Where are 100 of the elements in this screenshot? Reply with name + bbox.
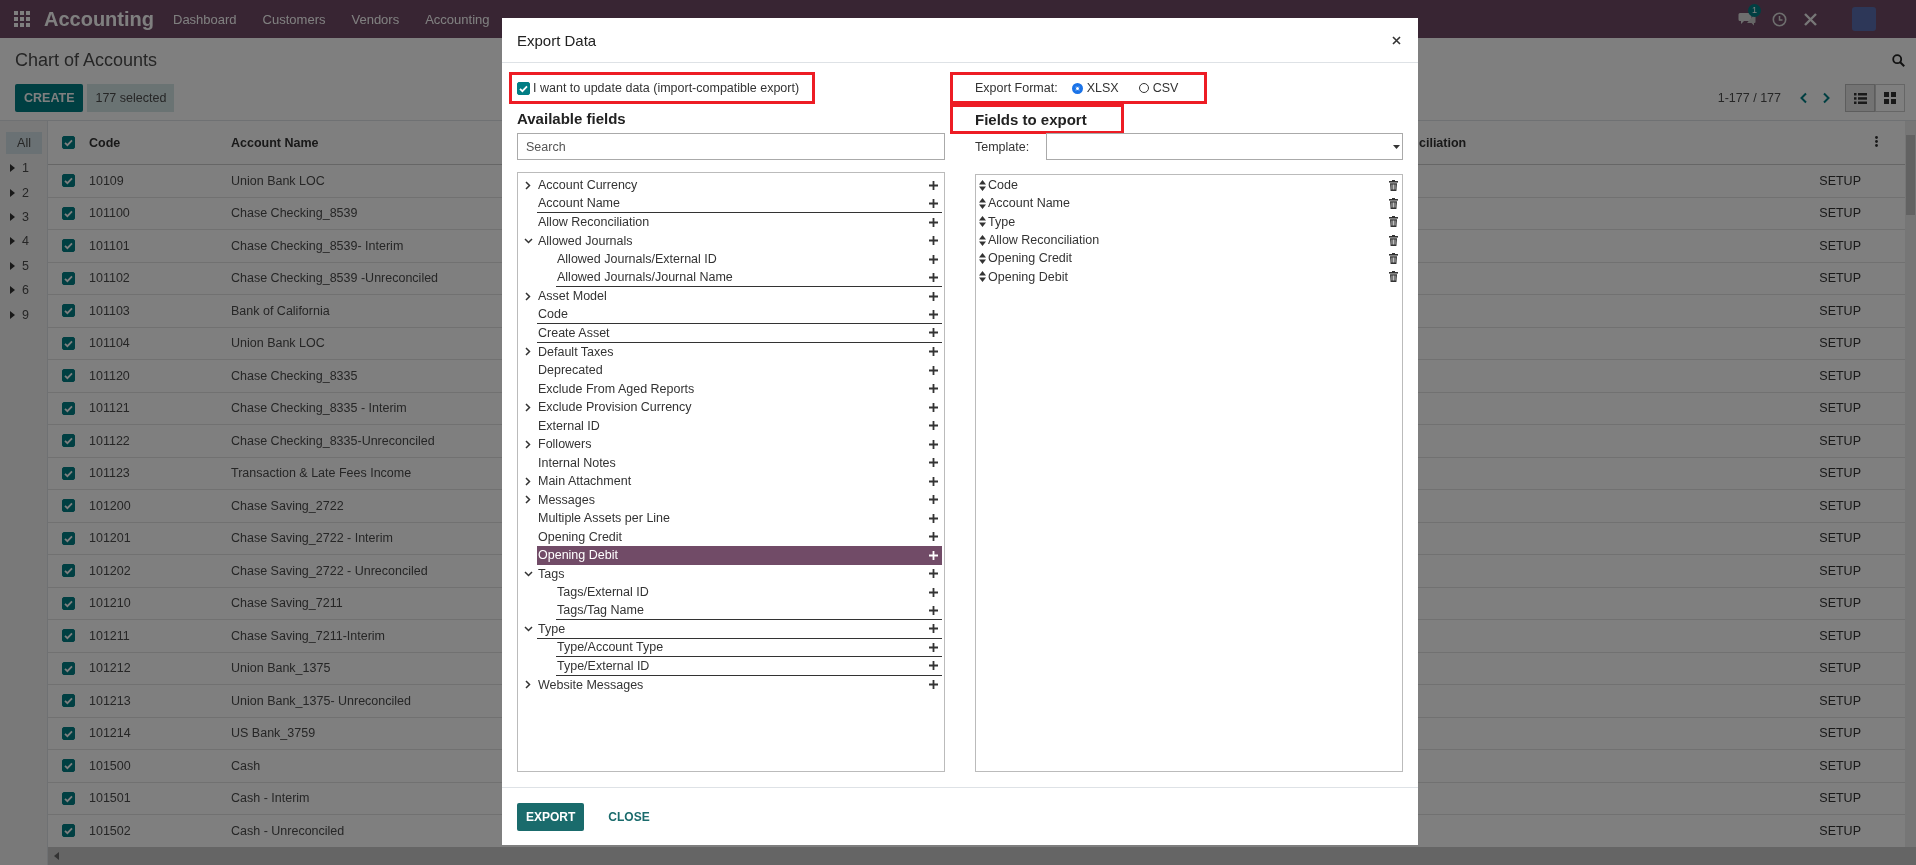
view-switch-button[interactable] [1875,84,1905,112]
plus-icon[interactable] [929,476,938,486]
field-item[interactable]: Asset Model [537,287,942,306]
checkbox[interactable] [62,434,75,448]
trash-icon[interactable] [1389,252,1398,264]
clock-icon[interactable] [1772,11,1787,27]
caret-right-icon[interactable] [10,237,15,246]
setup-button[interactable]: SETUP [1813,690,1867,711]
close-icon[interactable] [1392,35,1401,45]
setup-button[interactable]: SETUP [1813,593,1867,614]
plus-icon[interactable] [929,642,938,652]
sort-handle-icon[interactable] [979,216,986,228]
setup-button[interactable]: SETUP [1813,755,1867,776]
radio-button[interactable] [1071,82,1083,94]
caret-right-icon[interactable] [10,164,15,173]
filter-item[interactable]: 4 [6,229,42,254]
search-field[interactable]: Search [517,133,945,160]
chevron-right-icon[interactable] [525,680,531,690]
chevron-right-icon[interactable] [525,402,531,412]
field-item[interactable]: Allow Reconciliation [537,213,942,232]
plus-icon[interactable] [929,624,938,634]
field-item[interactable]: Type/Account Type [556,638,942,657]
field-item[interactable]: Code [537,305,942,324]
plus-icon[interactable] [929,587,938,597]
menu-item[interactable]: Vendors [338,11,413,27]
field-item[interactable]: Followers [537,435,942,454]
plus-icon[interactable] [929,402,938,412]
caret-right-icon[interactable] [10,286,15,295]
field-item[interactable]: Type/External ID [556,657,942,676]
plus-icon[interactable] [929,198,938,208]
checkbox[interactable] [62,629,75,643]
field-item[interactable]: Account Currency [537,176,942,195]
field-item[interactable]: Create Asset [537,324,942,343]
chevron-down-icon[interactable] [523,570,533,577]
chevron-right-icon[interactable] [525,476,531,486]
plus-icon[interactable] [929,328,938,338]
sort-handle-icon[interactable] [979,271,986,283]
menu-item[interactable]: Customers [249,11,339,27]
setup-button[interactable]: SETUP [1813,268,1867,289]
setup-button[interactable]: SETUP [1813,788,1867,809]
checkbox-label[interactable]: I want to update data (import-compatible export) [533,81,800,95]
trash-icon[interactable] [1389,216,1398,228]
menu-item[interactable]: Accounting [412,11,503,27]
filter-item[interactable]: 5 [6,253,42,278]
checkbox[interactable] [62,726,75,740]
field-item[interactable]: Type [537,620,942,639]
setup-button[interactable]: SETUP [1813,625,1867,646]
chevron-right-icon[interactable] [525,180,531,190]
search-icon[interactable] [1892,54,1905,67]
column-header[interactable]: Account Name [231,135,319,150]
checkbox[interactable] [62,304,75,318]
export-field-item[interactable]: Opening Credit [976,249,1402,268]
column-header[interactable]: ciliation [1419,135,1467,150]
field-item[interactable]: Multiple Assets per Line [537,509,942,528]
plus-icon[interactable] [929,439,938,449]
export-field-item[interactable]: Opening Debit [976,267,1402,286]
chevron-right-icon[interactable] [525,291,531,301]
field-item[interactable]: Exclude From Aged Reports [537,379,942,398]
caret-right-icon[interactable] [10,188,15,197]
view-switch-button[interactable] [1845,84,1875,112]
chevron-left-icon[interactable] [1799,92,1808,104]
kebab-menu-icon[interactable] [1875,135,1878,147]
field-item[interactable]: Allowed Journals [537,231,942,250]
plus-icon[interactable] [929,384,938,394]
plus-icon[interactable] [929,291,938,301]
checkbox[interactable] [62,239,75,253]
plus-icon[interactable] [929,421,938,431]
plus-icon[interactable] [929,550,938,560]
plus-icon[interactable] [929,513,938,523]
checkbox[interactable] [62,174,75,188]
setup-button[interactable]: SETUP [1813,398,1867,419]
field-item[interactable]: Default Taxes [537,342,942,361]
sort-handle-icon[interactable] [979,179,986,191]
checkbox[interactable] [517,81,530,95]
filter-item[interactable]: 2 [6,180,42,205]
setup-button[interactable]: SETUP [1813,365,1867,386]
chat-icon[interactable] [1738,11,1756,27]
export-field-item[interactable]: Type [976,212,1402,231]
field-item[interactable]: Opening Debit [537,546,942,565]
setup-button[interactable]: SETUP [1813,300,1867,321]
checkbox[interactable] [62,369,75,383]
filter-item[interactable]: 9 [6,302,42,327]
horizontal-scrollbar[interactable] [48,847,1916,865]
checkbox[interactable] [62,466,75,480]
checkbox[interactable] [62,694,75,708]
field-item[interactable]: External ID [537,416,942,435]
setup-button[interactable]: SETUP [1813,723,1867,744]
plus-icon[interactable] [929,180,938,190]
setup-button[interactable]: SETUP [1813,203,1867,224]
checkbox[interactable] [62,136,75,149]
field-item[interactable]: Exclude Provision Currency [537,398,942,417]
plus-icon[interactable] [929,272,938,282]
trash-icon[interactable] [1389,179,1398,191]
checkbox[interactable] [62,564,75,578]
field-item[interactable]: Messages [537,490,942,509]
setup-button[interactable]: SETUP [1813,528,1867,549]
field-item[interactable]: Tags/Tag Name [556,601,942,620]
chevron-down-icon[interactable] [523,237,533,244]
plus-icon[interactable] [929,661,938,671]
setup-button[interactable]: SETUP [1813,658,1867,679]
